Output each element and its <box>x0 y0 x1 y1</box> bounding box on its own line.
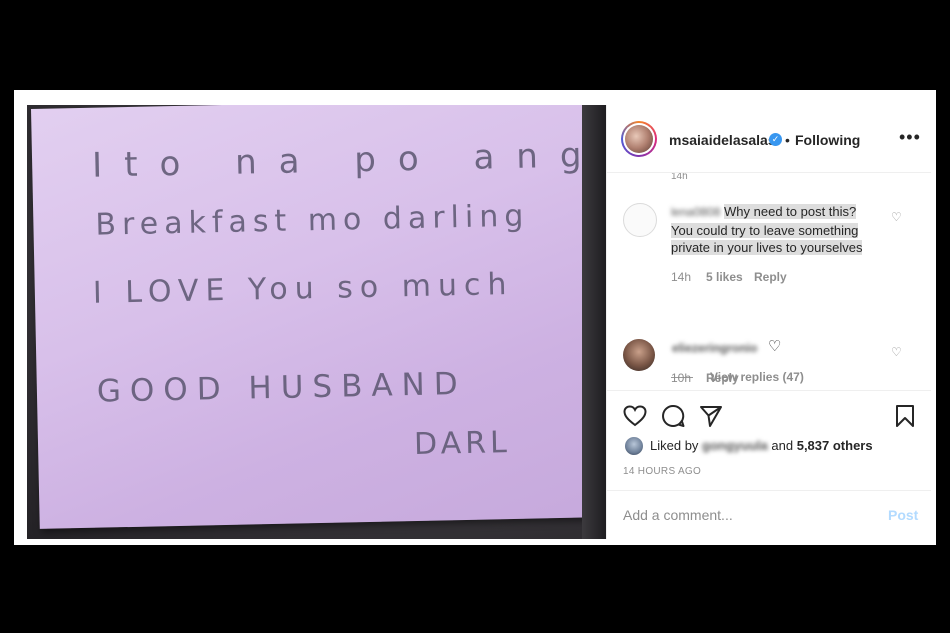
liked-by-prefix: Liked by <box>650 438 699 453</box>
profile-avatar[interactable] <box>621 121 657 157</box>
commenter-avatar[interactable] <box>623 203 657 237</box>
liked-by-and: and <box>771 438 794 453</box>
note-line-3: I LOVE You so much <box>92 266 514 311</box>
comment-like-heart-icon[interactable]: ♡ <box>891 210 902 224</box>
cut-off-comment-time: 14h <box>671 173 688 182</box>
comments-list[interactable]: 14h lena0808 Why need to post this? You … <box>607 173 931 389</box>
note-line-5: DARL <box>413 425 512 463</box>
comment-icon[interactable] <box>660 403 686 429</box>
post-header: msaiaidelasalas ✓ • Following ••• <box>607 105 931 173</box>
add-comment-bar: Add a comment... Post <box>607 490 931 540</box>
verified-badge-icon: ✓ <box>769 133 782 146</box>
following-button[interactable]: Following <box>795 132 860 148</box>
liker-avatar[interactable] <box>625 437 643 455</box>
note-line-2: Breakfast mo darling <box>95 198 530 243</box>
commenter-username-blurred[interactable]: lena0808 <box>671 205 720 219</box>
post-time-ago: 14 HOURS AGO <box>623 466 702 477</box>
commenter-avatar[interactable] <box>623 339 655 371</box>
post-comment-button[interactable]: Post <box>888 507 918 523</box>
profile-username[interactable]: msaiaidelasalas <box>669 132 776 148</box>
bookmark-icon[interactable] <box>892 403 918 429</box>
photo-background-edge <box>582 105 606 539</box>
comment-reply-button[interactable]: Reply <box>706 371 739 385</box>
comment-like-heart-icon[interactable]: ♡ <box>891 345 902 359</box>
comment-1: lena0808 Why need to post this? You coul… <box>671 203 881 257</box>
comment-likes[interactable]: 5 likes <box>706 270 743 284</box>
share-icon[interactable] <box>698 403 724 429</box>
post-actions: Liked by gongyuula and 5,837 others 14 H… <box>607 390 931 491</box>
heart-icon: ♡ <box>768 338 782 355</box>
commenter-username-blurred[interactable]: eliezeringronio <box>672 341 757 355</box>
liked-by-others[interactable]: 5,837 others <box>797 438 873 453</box>
heart-icon[interactable] <box>622 403 648 429</box>
note-line-1: Ito na po ang <box>91 135 604 186</box>
add-comment-input[interactable]: Add a comment... <box>623 507 733 523</box>
post-photo[interactable]: Ito na po ang Breakfast mo darling I LOV… <box>27 105 606 539</box>
post-side-panel: msaiaidelasalas ✓ • Following ••• 14h le… <box>606 105 931 539</box>
header-separator: • <box>785 132 790 148</box>
comment-time: 10h <box>671 371 692 385</box>
comment-reply-button[interactable]: Reply <box>754 270 787 284</box>
note-line-4: GOOD HUSBAND <box>96 365 467 410</box>
comment-time: 14h <box>671 270 692 284</box>
more-options-icon[interactable]: ••• <box>899 127 921 148</box>
liked-by-summary[interactable]: Liked by gongyuula and 5,837 others <box>650 438 873 453</box>
handwritten-note: Ito na po ang Breakfast mo darling I LOV… <box>31 105 606 529</box>
liker-username-blurred[interactable]: gongyuula <box>702 438 768 453</box>
